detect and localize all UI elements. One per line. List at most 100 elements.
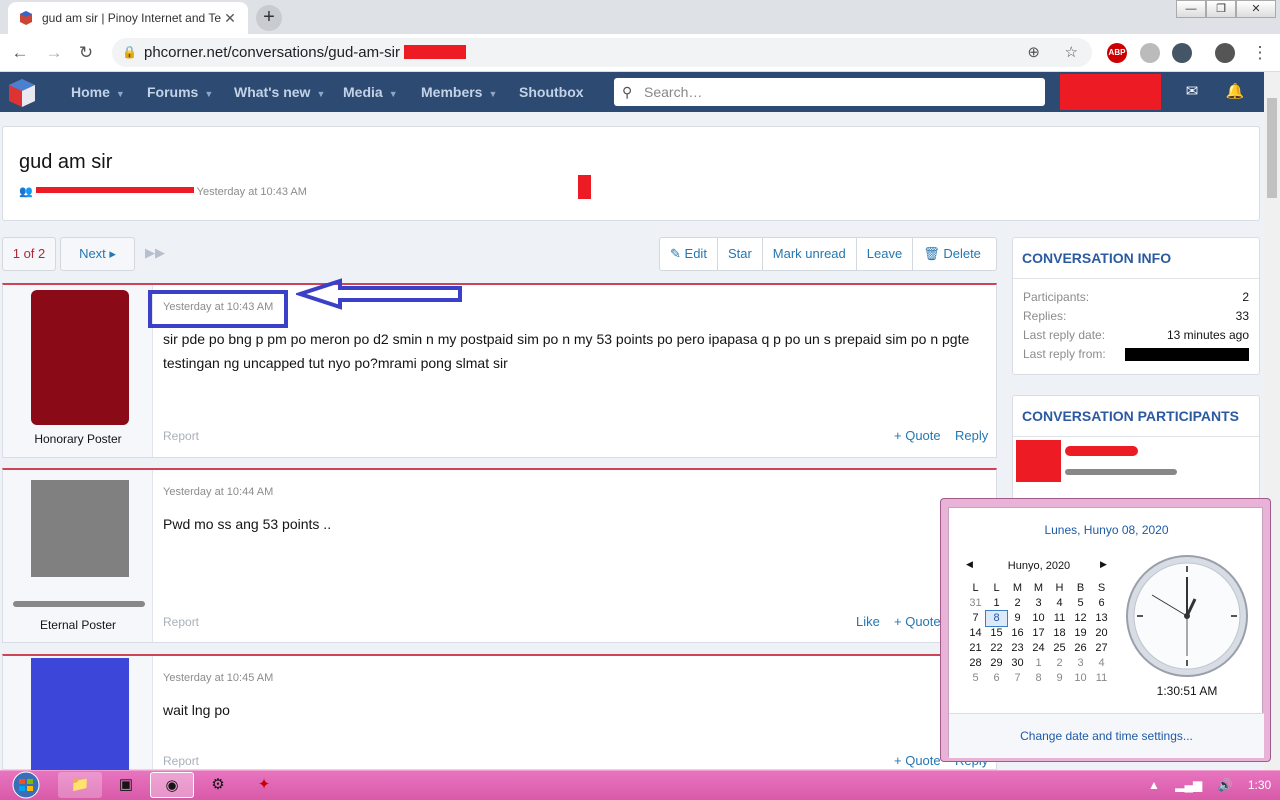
zoom-icon[interactable]: ⊕ — [1027, 38, 1040, 67]
quote-button[interactable]: + Quote — [894, 614, 941, 629]
tray-arrow-icon[interactable]: ▲ — [1148, 778, 1160, 792]
message-date[interactable]: Yesterday at 10:44 AM — [163, 486, 273, 498]
start-button-icon[interactable] — [6, 771, 46, 799]
calendar-day[interactable]: 4 — [1049, 596, 1070, 611]
calendar-day[interactable]: 17 — [1028, 626, 1049, 641]
profile-icon[interactable] — [1215, 43, 1235, 63]
participant-name-redaction[interactable] — [1065, 446, 1138, 456]
new-tab-button[interactable]: + — [256, 5, 282, 31]
change-date-time-link[interactable]: Change date and time settings... — [949, 713, 1264, 758]
calendar-day[interactable]: 11 — [1091, 671, 1112, 686]
avatar[interactable] — [31, 658, 129, 770]
site-logo-icon[interactable] — [6, 78, 38, 108]
calendar-day[interactable]: 24 — [1028, 641, 1049, 656]
maximize-icon[interactable]: ❐ — [1206, 0, 1236, 18]
calendar-month[interactable]: Hunyo, 2020 — [964, 560, 1114, 572]
avatar[interactable] — [31, 480, 129, 577]
calendar-day[interactable]: 23 — [1007, 641, 1028, 656]
calendar-day[interactable]: 6 — [986, 671, 1007, 686]
calendar-full-date[interactable]: Lunes, Hunyo 08, 2020 — [949, 523, 1264, 537]
calendar-day[interactable]: 2 — [1049, 656, 1070, 671]
calendar-day[interactable]: 1 — [986, 596, 1007, 611]
calendar-day[interactable]: 7 — [1007, 671, 1028, 686]
close-tab-icon[interactable]: ✕ — [222, 10, 238, 27]
calendar-day[interactable]: 7 — [965, 611, 986, 626]
url-field[interactable]: 🔒 phcorner.net/conversations/gud-am-sir … — [112, 38, 1092, 67]
bookmark-star-icon[interactable]: ☆ — [1065, 38, 1078, 67]
extension-icon[interactable] — [1140, 43, 1160, 63]
calendar-day[interactable]: 21 — [965, 641, 986, 656]
calendar-day[interactable]: 12 — [1070, 611, 1091, 626]
taskbar-chrome-icon[interactable]: ◉ — [150, 772, 194, 798]
nav-whats-new[interactable]: What's new ▼ — [234, 72, 325, 112]
calendar-day[interactable]: 9 — [1049, 671, 1070, 686]
nav-media[interactable]: Media ▼ — [343, 72, 398, 112]
calendar-day[interactable]: 18 — [1049, 626, 1070, 641]
calendar-day[interactable]: 13 — [1091, 611, 1112, 626]
calendar-day[interactable]: 10 — [1028, 611, 1049, 626]
calendar-day[interactable]: 5 — [965, 671, 986, 686]
page-indicator[interactable]: 1 of 2 — [2, 237, 56, 271]
calendar-day[interactable]: 29 — [986, 656, 1007, 671]
calendar-day[interactable]: 30 — [1007, 656, 1028, 671]
edit-button[interactable]: ✎ Edit — [660, 238, 718, 270]
window-close-icon[interactable]: ✕ — [1236, 0, 1276, 18]
nav-members[interactable]: Members ▼ — [421, 72, 497, 112]
star-button[interactable]: Star — [718, 238, 763, 270]
calendar-day[interactable]: 2 — [1007, 596, 1028, 611]
taskbar-app2-icon[interactable]: ⚙ — [196, 772, 240, 798]
bell-icon[interactable]: 🔔 — [1223, 72, 1247, 112]
participant-avatar[interactable] — [1016, 440, 1061, 482]
quote-button[interactable]: + Quote — [894, 428, 941, 443]
calendar-day[interactable]: 8 — [1028, 671, 1049, 686]
taskbar-app-icon[interactable]: ▣ — [104, 772, 148, 798]
taskbar-clock[interactable]: 1:30 AM — [1148, 778, 1271, 800]
avatar[interactable] — [31, 290, 129, 425]
calendar-day[interactable]: 1 — [1028, 656, 1049, 671]
calendar-day[interactable]: 16 — [1007, 626, 1028, 641]
reply-button[interactable]: Reply — [955, 428, 988, 443]
calendar-day[interactable]: 27 — [1091, 641, 1112, 656]
calendar-day[interactable]: 3 — [1070, 656, 1091, 671]
calendar-day[interactable]: 6 — [1091, 596, 1112, 611]
nav-home[interactable]: Home ▼ — [71, 72, 125, 112]
calendar-day[interactable]: 25 — [1049, 641, 1070, 656]
calendar-day[interactable]: 10 — [1070, 671, 1091, 686]
last-page-icon[interactable]: ▶▶ — [145, 245, 165, 261]
calendar-day[interactable]: 3 — [1028, 596, 1049, 611]
calendar-day[interactable]: 5 — [1070, 596, 1091, 611]
calendar-day[interactable]: 19 — [1070, 626, 1091, 641]
minimize-icon[interactable]: — — [1176, 0, 1206, 18]
report-link[interactable]: Report — [163, 754, 199, 768]
taskbar-app3-icon[interactable]: ✦ — [242, 772, 286, 798]
calendar-day[interactable]: 11 — [1049, 611, 1070, 626]
calendar-day[interactable]: 4 — [1091, 656, 1112, 671]
search-input[interactable]: ⚲ Search… — [614, 78, 1045, 106]
leave-button[interactable]: Leave — [857, 238, 914, 270]
like-button[interactable]: Like — [856, 614, 880, 629]
mark-unread-button[interactable]: Mark unread — [763, 238, 857, 270]
delete-button[interactable]: 🗑 Delete — [913, 238, 991, 270]
report-link[interactable]: Report — [163, 429, 199, 443]
menu-dots-icon[interactable]: ⋮ — [1248, 41, 1272, 65]
back-icon[interactable]: ← — [8, 41, 32, 65]
envelope-icon[interactable]: ✉ — [1180, 72, 1204, 112]
nav-shoutbox[interactable]: Shoutbox — [519, 72, 584, 112]
signal-icon[interactable]: ▂▄▆ — [1175, 778, 1202, 792]
calendar-day[interactable]: 20 — [1091, 626, 1112, 641]
next-page-button[interactable]: Next ▸ — [60, 237, 135, 271]
reload-icon[interactable]: ↻ — [74, 41, 98, 65]
next-month-icon[interactable]: ▶ — [1100, 559, 1107, 570]
nav-forums[interactable]: Forums ▼ — [147, 72, 213, 112]
extension-globe-icon[interactable] — [1172, 43, 1192, 63]
calendar-day[interactable]: 28 — [965, 656, 986, 671]
calendar-day[interactable]: 8 — [985, 610, 1008, 627]
scrollbar-thumb[interactable] — [1267, 98, 1277, 198]
calendar-day[interactable]: 14 — [965, 626, 986, 641]
forward-icon[interactable]: → — [42, 41, 66, 65]
report-link[interactable]: Report — [163, 615, 199, 629]
adblock-icon[interactable]: ABP — [1107, 43, 1127, 63]
calendar-day[interactable]: 9 — [1007, 611, 1028, 626]
browser-tab[interactable]: gud am sir | Pinoy Internet and Te ✕ — [8, 2, 248, 34]
user-redaction[interactable] — [1060, 74, 1161, 110]
